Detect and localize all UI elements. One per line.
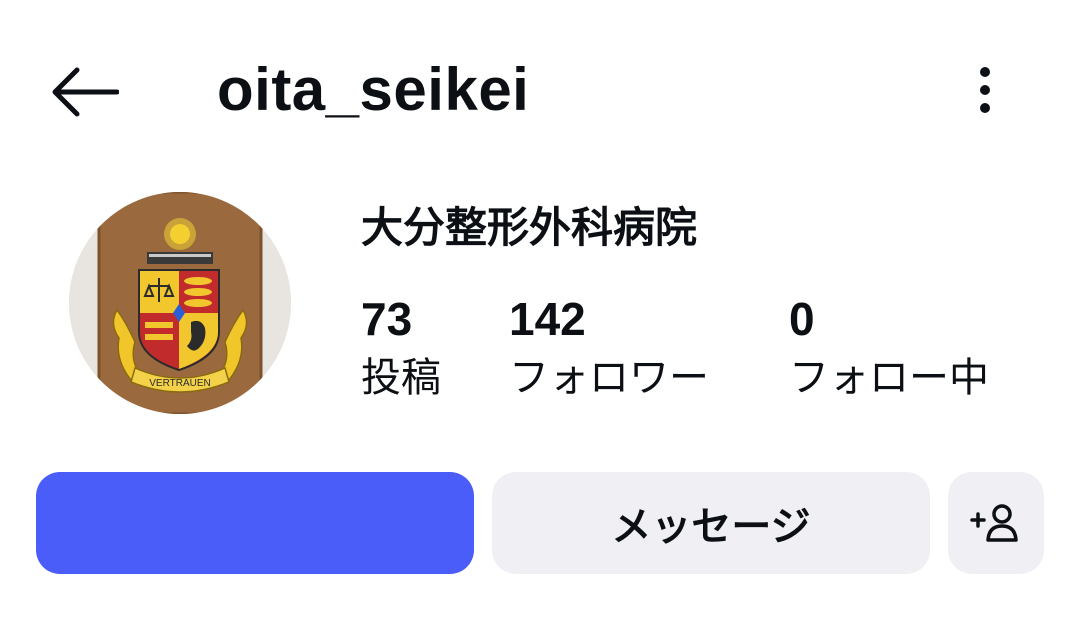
add-user-button[interactable] xyxy=(948,472,1044,574)
message-button-label: メッセージ xyxy=(611,504,811,550)
follow-button[interactable] xyxy=(36,472,474,574)
profile-display-name: 大分整形外科病院 xyxy=(361,203,698,252)
following-label: フォロー中 xyxy=(789,355,989,401)
posts-label: 投稿 xyxy=(361,355,441,401)
profile-avatar[interactable]: VERTRAUEN xyxy=(69,192,291,414)
coat-of-arms-avatar: VERTRAUEN xyxy=(69,192,291,414)
more-vertical-icon xyxy=(980,67,990,113)
arrow-left-icon xyxy=(52,67,119,117)
profile-username: oita_seikei xyxy=(217,56,530,123)
message-button[interactable]: メッセージ xyxy=(492,472,930,574)
back-button[interactable] xyxy=(44,60,124,124)
svg-text:VERTRAUEN: VERTRAUEN xyxy=(149,378,211,389)
following-stat[interactable]: 0 フォロー中 xyxy=(789,292,989,404)
followers-stat[interactable]: 142 フォロワー xyxy=(509,292,709,404)
followers-count: 142 xyxy=(509,293,586,345)
more-options-button[interactable] xyxy=(960,60,1010,120)
following-count: 0 xyxy=(789,293,815,345)
followers-label: フォロワー xyxy=(509,355,709,401)
posts-stat[interactable]: 73 投稿 xyxy=(361,292,441,404)
posts-count: 73 xyxy=(361,293,413,345)
add-person-icon xyxy=(970,504,1018,542)
